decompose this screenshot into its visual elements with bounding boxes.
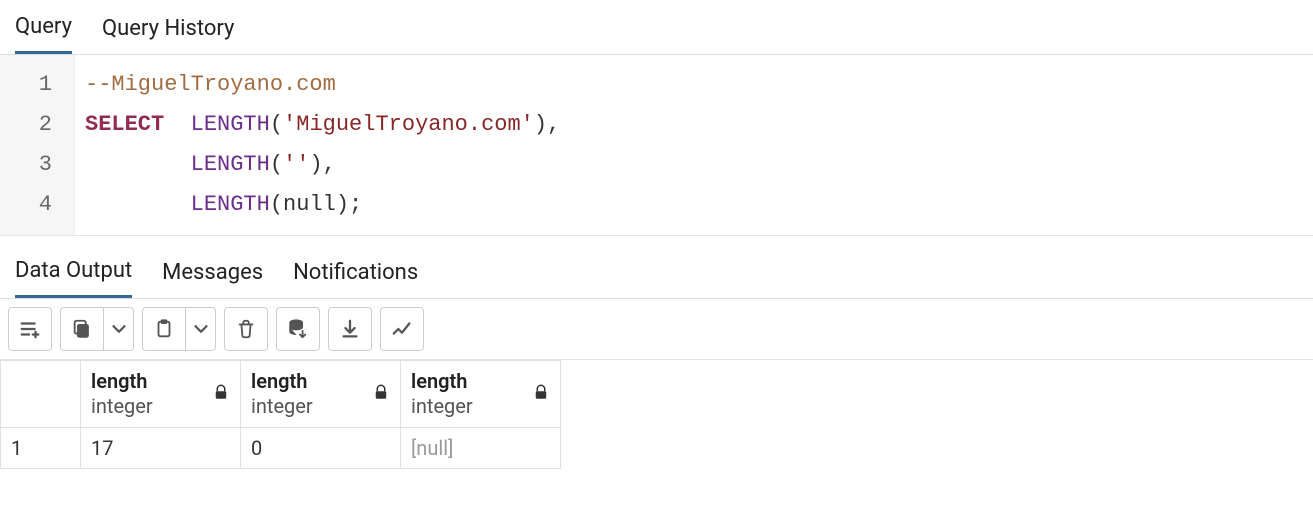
code-string: '' <box>283 152 309 177</box>
chevron-down-icon <box>108 318 130 340</box>
result-table: length integer length integer <box>0 360 561 469</box>
add-row-button[interactable] <box>8 307 52 351</box>
code-punct: ); <box>336 192 362 217</box>
table-header-row: length integer length integer <box>1 361 561 428</box>
chevron-down-icon <box>190 318 212 340</box>
tab-messages[interactable]: Messages <box>162 244 263 298</box>
tab-query[interactable]: Query <box>15 0 72 54</box>
graph-button[interactable] <box>380 307 424 351</box>
data-cell[interactable]: 17 <box>81 428 241 469</box>
line-number: 1 <box>0 65 52 105</box>
lock-icon <box>212 382 230 406</box>
editor-tabs: Query Query History <box>0 0 1313 55</box>
code-punct: ), <box>309 152 335 177</box>
data-cell[interactable]: [null] <box>401 428 561 469</box>
sql-editor[interactable]: 1 2 3 4 --MiguelTroyano.com SELECT LENGTH… <box>0 55 1313 236</box>
copy-dropdown[interactable] <box>104 307 134 351</box>
paste-group <box>142 307 216 351</box>
download-button[interactable] <box>328 307 372 351</box>
column-header[interactable]: length integer <box>81 361 241 428</box>
tab-notifications-label: Notifications <box>293 260 418 285</box>
column-type: integer <box>251 394 313 419</box>
column-name: length <box>91 369 153 394</box>
trash-icon <box>235 318 257 340</box>
code-paren: ( <box>270 112 283 137</box>
column-type: integer <box>411 394 473 419</box>
lock-icon <box>372 382 390 406</box>
graph-icon <box>391 318 413 340</box>
download-icon <box>339 318 361 340</box>
tab-notifications[interactable]: Notifications <box>293 244 418 298</box>
database-save-icon <box>287 318 309 340</box>
table-row[interactable]: 1 17 0 [null] <box>1 428 561 469</box>
code-comment: --MiguelTroyano.com <box>85 72 336 97</box>
column-header[interactable]: length integer <box>241 361 401 428</box>
code-keyword: SELECT <box>85 112 164 137</box>
code-paren: ( <box>270 152 283 177</box>
line-number: 3 <box>0 145 52 185</box>
editor-code[interactable]: --MiguelTroyano.comSELECT LENGTH('Miguel… <box>75 55 570 235</box>
column-name: length <box>411 369 473 394</box>
code-string: 'MiguelTroyano.com' <box>283 112 534 137</box>
result-tabs: Data Output Messages Notifications <box>0 244 1313 299</box>
lock-icon <box>532 382 550 406</box>
code-punct: ), <box>534 112 560 137</box>
copy-button[interactable] <box>60 307 104 351</box>
code-func: LENGTH <box>191 152 270 177</box>
column-header[interactable]: length integer <box>401 361 561 428</box>
code-func: LENGTH <box>191 112 270 137</box>
line-number: 4 <box>0 185 52 225</box>
tab-history-label: Query History <box>102 16 234 41</box>
paste-button[interactable] <box>142 307 186 351</box>
tab-data-label: Data Output <box>15 258 132 283</box>
tab-messages-label: Messages <box>162 260 263 285</box>
clipboard-icon <box>153 318 175 340</box>
editor-gutter: 1 2 3 4 <box>0 55 75 235</box>
row-number: 1 <box>1 428 81 469</box>
code-func: LENGTH <box>191 192 270 217</box>
delete-button[interactable] <box>224 307 268 351</box>
column-type: integer <box>91 394 153 419</box>
column-name: length <box>251 369 313 394</box>
paste-dropdown[interactable] <box>186 307 216 351</box>
table-corner <box>1 361 81 428</box>
tab-data-output[interactable]: Data Output <box>15 244 132 298</box>
code-paren: ( <box>270 192 283 217</box>
data-cell[interactable]: 0 <box>241 428 401 469</box>
tab-query-history[interactable]: Query History <box>102 0 234 54</box>
tab-query-label: Query <box>15 14 72 39</box>
code-null: null <box>283 192 336 217</box>
line-number: 2 <box>0 105 52 145</box>
result-toolbar <box>0 299 1313 360</box>
copy-group <box>60 307 134 351</box>
add-row-icon <box>19 318 41 340</box>
save-data-button[interactable] <box>276 307 320 351</box>
copy-icon <box>71 318 93 340</box>
